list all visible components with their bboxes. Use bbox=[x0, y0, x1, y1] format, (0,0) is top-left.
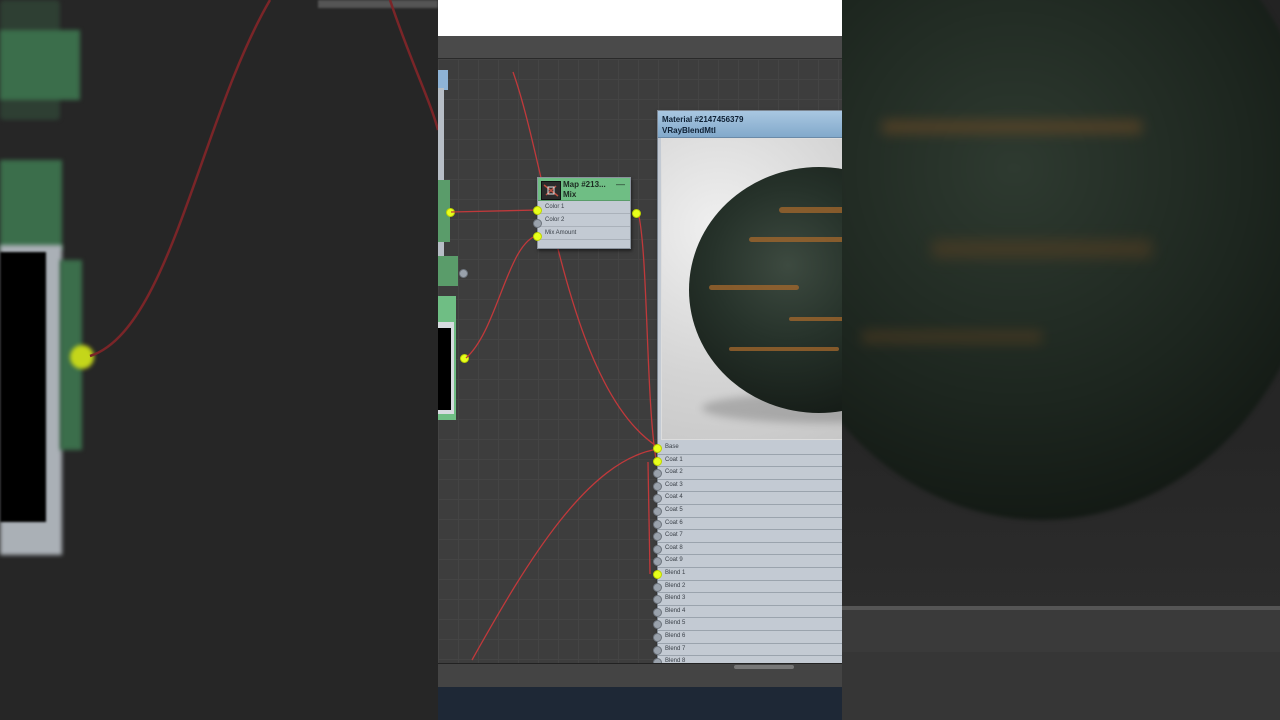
input-socket-coat-2[interactable] bbox=[653, 469, 662, 479]
input-socket-blend-5[interactable] bbox=[653, 620, 662, 630]
slot-label: Coat 3 bbox=[665, 481, 683, 488]
input-socket-mix-amount[interactable] bbox=[533, 232, 542, 241]
slot-label: Mix Amount bbox=[545, 230, 577, 236]
mix-map-thumbnail bbox=[541, 181, 561, 200]
input-socket-color-1[interactable] bbox=[533, 206, 542, 215]
minimize-icon[interactable]: — bbox=[616, 179, 625, 189]
editor-status-bar bbox=[438, 663, 842, 688]
partial-node-green-2[interactable] bbox=[438, 256, 458, 286]
input-socket-blend-6[interactable] bbox=[653, 632, 662, 642]
material-slot-coat-9[interactable]: Coat 9 bbox=[653, 555, 842, 568]
slot-label: Blend 6 bbox=[665, 632, 686, 639]
slot-label: Blend 1 bbox=[665, 569, 686, 576]
blurred-background-left bbox=[0, 0, 438, 720]
slot-label: Coat 8 bbox=[665, 544, 683, 551]
material-slot-coat-7[interactable]: Coat 7 bbox=[653, 530, 842, 543]
material-slot-coat-3[interactable]: Coat 3 bbox=[653, 480, 842, 493]
blurred-background-right bbox=[842, 0, 1280, 720]
slot-label: Color 2 bbox=[545, 217, 565, 223]
slot-label: Coat 5 bbox=[665, 506, 683, 513]
material-slot-blend-6[interactable]: Blend 6 bbox=[653, 631, 842, 644]
input-socket-blend-4[interactable] bbox=[653, 607, 662, 617]
slot-label: Coat 6 bbox=[665, 519, 683, 526]
output-socket-1[interactable] bbox=[446, 208, 455, 217]
material-slot-blend-5[interactable]: Blend 5 bbox=[653, 618, 842, 631]
input-socket-blend-7[interactable] bbox=[653, 645, 662, 655]
input-socket-blend-1[interactable] bbox=[653, 569, 662, 579]
input-socket-coat-7[interactable] bbox=[653, 532, 662, 542]
material-slot-blend-7[interactable]: Blend 7 bbox=[653, 644, 842, 657]
mix-map-node-title: Map #213... Mix bbox=[563, 180, 606, 199]
input-socket-blend-2[interactable] bbox=[653, 582, 662, 592]
input-socket-coat-4[interactable] bbox=[653, 494, 662, 504]
slate-material-editor: Map #213... Mix — Color 1 Color 2 Mix Amo… bbox=[438, 0, 842, 720]
slot-mix-amount[interactable]: Mix Amount bbox=[538, 227, 630, 240]
partial-node-top[interactable] bbox=[438, 70, 448, 90]
input-socket-coat-3[interactable] bbox=[653, 481, 662, 491]
material-slot-coat-8[interactable]: Coat 8 bbox=[653, 543, 842, 556]
horizontal-scrollbar[interactable] bbox=[734, 665, 794, 669]
input-socket-coat-9[interactable] bbox=[653, 557, 662, 567]
slot-color-1[interactable]: Color 1 bbox=[538, 201, 630, 214]
slot-label: Blend 2 bbox=[665, 582, 686, 589]
output-socket-mix[interactable] bbox=[632, 209, 641, 218]
slot-label: Blend 5 bbox=[665, 620, 686, 627]
slot-label: Coat 2 bbox=[665, 469, 683, 476]
slot-label: Blend 3 bbox=[665, 595, 686, 602]
slot-label: Base bbox=[665, 444, 679, 450]
material-slot-base[interactable]: Base bbox=[653, 442, 842, 455]
input-socket-coat-8[interactable] bbox=[653, 544, 662, 554]
slot-label: Coat 4 bbox=[665, 494, 683, 501]
bitmap-black-thumbnail bbox=[438, 328, 451, 410]
output-socket-2[interactable] bbox=[459, 269, 468, 278]
material-slot-coat-2[interactable]: Coat 2 bbox=[653, 467, 842, 480]
material-preview bbox=[661, 138, 842, 440]
input-socket-coat-5[interactable] bbox=[653, 506, 662, 516]
input-socket-coat-6[interactable] bbox=[653, 519, 662, 529]
slot-label: Blend 4 bbox=[665, 607, 686, 614]
input-socket-blend-3[interactable] bbox=[653, 595, 662, 605]
slot-label: Blend 7 bbox=[665, 645, 686, 652]
material-slot-list: Base Coat 1 Coat 2 Coat 3 Coat 4 Coat 5 Coat 6… bbox=[653, 442, 842, 669]
desktop-strip bbox=[438, 687, 842, 720]
material-slot-blend-1[interactable]: Blend 1 bbox=[653, 568, 842, 581]
slot-color-2[interactable]: Color 2 bbox=[538, 214, 630, 227]
material-slot-coat-1[interactable]: Coat 1 bbox=[653, 455, 842, 468]
material-slot-coat-4[interactable]: Coat 4 bbox=[653, 492, 842, 505]
input-socket-color-2[interactable] bbox=[533, 219, 542, 228]
material-slot-coat-6[interactable]: Coat 6 bbox=[653, 518, 842, 531]
output-socket-3[interactable] bbox=[460, 354, 469, 363]
editor-toolbar bbox=[438, 36, 842, 59]
material-node-title: Material #2147456379 VRayBlendMtl bbox=[662, 115, 744, 135]
input-socket-coat-1[interactable] bbox=[653, 456, 662, 466]
slot-label: Coat 7 bbox=[665, 532, 683, 539]
input-socket-base[interactable] bbox=[653, 444, 662, 453]
slot-label: Coat 9 bbox=[665, 557, 683, 564]
material-slot-coat-5[interactable]: Coat 5 bbox=[653, 505, 842, 518]
material-sphere-preview bbox=[689, 167, 842, 413]
slot-label: Color 1 bbox=[545, 204, 565, 210]
slot-label: Coat 1 bbox=[665, 456, 683, 463]
material-slot-blend-3[interactable]: Blend 3 bbox=[653, 593, 842, 606]
vray-blend-material-node[interactable]: Material #2147456379 VRayBlendMtl Base Coa… bbox=[653, 110, 842, 672]
material-slot-blend-2[interactable]: Blend 2 bbox=[653, 581, 842, 594]
mix-map-node-header[interactable]: Map #213... Mix — bbox=[538, 178, 630, 201]
material-node-header[interactable]: Material #2147456379 VRayBlendMtl bbox=[658, 111, 842, 138]
top-white-strip bbox=[438, 0, 842, 36]
mix-map-node[interactable]: Map #213... Mix — Color 1 Color 2 Mix Amo… bbox=[533, 177, 641, 249]
material-slot-blend-4[interactable]: Blend 4 bbox=[653, 606, 842, 619]
